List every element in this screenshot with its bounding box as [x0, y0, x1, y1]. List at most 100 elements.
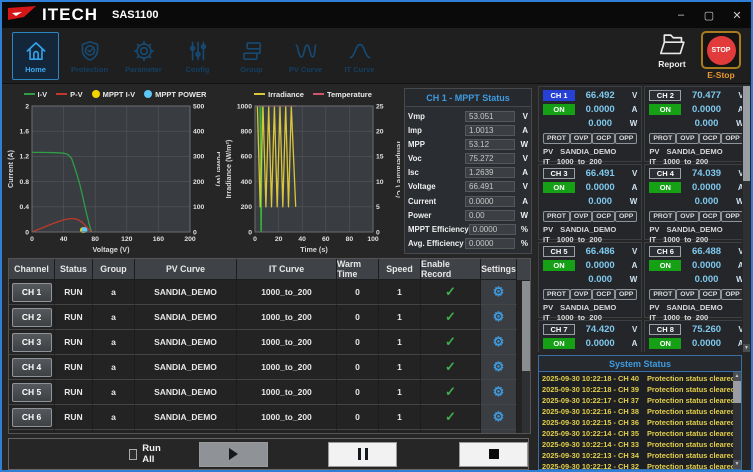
- channel-badge[interactable]: CH 2: [649, 90, 681, 101]
- stop-button[interactable]: [459, 442, 528, 467]
- channel-cell-button[interactable]: CH 1: [12, 283, 52, 302]
- channels-scrollbar[interactable]: ▼: [743, 86, 750, 352]
- opp-button[interactable]: OPP: [615, 211, 637, 222]
- record-check-icon[interactable]: ✓: [445, 284, 456, 300]
- ovp-button[interactable]: OVP: [676, 211, 698, 222]
- settings-cell[interactable]: ⚙: [481, 355, 517, 380]
- estop-box[interactable]: STOP: [701, 31, 741, 69]
- prot-button[interactable]: PROT: [543, 133, 570, 144]
- channel-cell-button[interactable]: CH 6: [12, 408, 52, 427]
- opp-button[interactable]: OPP: [615, 289, 637, 300]
- settings-cell[interactable]: ⚙: [481, 305, 517, 330]
- opp-button[interactable]: OPP: [721, 133, 742, 144]
- ocp-button[interactable]: OCP: [699, 133, 722, 144]
- log-scroll-down-icon[interactable]: ▼: [733, 460, 741, 469]
- on-badge[interactable]: ON: [649, 338, 681, 349]
- record-check-icon[interactable]: ✓: [445, 409, 456, 425]
- log-scrollbar-thumb[interactable]: [733, 381, 741, 403]
- nav-home[interactable]: Home: [12, 32, 59, 80]
- estop-button[interactable]: STOP E-Stop: [701, 31, 741, 80]
- channel-badge[interactable]: CH 6: [649, 246, 681, 257]
- ocp-button[interactable]: OCP: [592, 289, 615, 300]
- on-badge[interactable]: ON: [649, 182, 681, 193]
- settings-cell[interactable]: ⚙: [481, 405, 517, 430]
- report-button[interactable]: Report: [657, 31, 687, 69]
- ocp-button[interactable]: OCP: [699, 211, 722, 222]
- settings-gear-icon[interactable]: ⚙: [493, 359, 505, 375]
- nav-config[interactable]: Config: [174, 32, 221, 80]
- settings-cell[interactable]: ⚙: [481, 430, 517, 434]
- channel-cell-button[interactable]: CH 7: [12, 433, 52, 435]
- ocp-button[interactable]: OCP: [592, 133, 615, 144]
- minimize-button[interactable]: –: [667, 4, 695, 26]
- nav-it-curve[interactable]: IT Curve: [336, 32, 383, 80]
- enable-record-cell[interactable]: ✓: [421, 380, 481, 405]
- channel-badge[interactable]: CH 1: [543, 90, 575, 101]
- opp-button[interactable]: OPP: [721, 211, 742, 222]
- record-check-icon[interactable]: ✓: [445, 309, 456, 325]
- system-status-scrollbar[interactable]: ▲ ▼: [733, 372, 741, 469]
- channel-cell-button[interactable]: CH 2: [12, 308, 52, 327]
- enable-record-cell[interactable]: ✓: [421, 405, 481, 430]
- nav-group[interactable]: Group: [228, 32, 275, 80]
- settings-cell[interactable]: ⚙: [481, 380, 517, 405]
- settings-gear-icon[interactable]: ⚙: [493, 334, 505, 350]
- prot-button[interactable]: PROT: [543, 289, 570, 300]
- prot-button[interactable]: PROT: [649, 133, 676, 144]
- on-badge[interactable]: ON: [543, 338, 575, 349]
- on-badge[interactable]: ON: [649, 104, 681, 115]
- settings-gear-icon[interactable]: ⚙: [493, 409, 505, 425]
- play-button[interactable]: [199, 442, 268, 467]
- ovp-button[interactable]: OVP: [570, 289, 592, 300]
- channel-cell-button[interactable]: CH 5: [12, 383, 52, 402]
- maximize-button[interactable]: ▢: [695, 4, 723, 26]
- channel-badge[interactable]: CH 3: [543, 168, 575, 179]
- run-all-toggle[interactable]: Run All: [129, 443, 165, 465]
- channel-cell-button[interactable]: CH 3: [12, 333, 52, 352]
- opp-button[interactable]: OPP: [721, 289, 742, 300]
- prot-button[interactable]: PROT: [649, 289, 676, 300]
- channel-badge[interactable]: CH 8: [649, 324, 681, 335]
- channel-cell-button[interactable]: CH 4: [12, 358, 52, 377]
- nav-parameter[interactable]: Parameter: [120, 32, 167, 80]
- channel-badge[interactable]: CH 4: [649, 168, 681, 179]
- settings-cell[interactable]: ⚙: [481, 330, 517, 355]
- ovp-button[interactable]: OVP: [676, 289, 698, 300]
- opp-button[interactable]: OPP: [615, 133, 637, 144]
- record-check-icon[interactable]: ✓: [445, 334, 456, 350]
- record-check-icon[interactable]: ✓: [445, 384, 456, 400]
- nav-pv-curve[interactable]: PV Curve: [282, 32, 329, 80]
- settings-gear-icon[interactable]: ⚙: [493, 284, 505, 300]
- nav-protection[interactable]: Protection: [66, 32, 113, 80]
- on-badge[interactable]: ON: [543, 182, 575, 193]
- enable-record-cell[interactable]: ✓: [421, 355, 481, 380]
- channels-scrollbar-thumb[interactable]: [743, 86, 750, 181]
- log-scroll-up-icon[interactable]: ▲: [733, 372, 741, 381]
- on-badge[interactable]: ON: [649, 260, 681, 271]
- table-scrollbar-thumb[interactable]: [522, 281, 530, 371]
- ovp-button[interactable]: OVP: [570, 211, 592, 222]
- record-check-icon[interactable]: ✓: [445, 359, 456, 375]
- enable-record-cell[interactable]: ✓: [421, 305, 481, 330]
- close-button[interactable]: ✕: [723, 4, 751, 26]
- on-badge[interactable]: ON: [543, 104, 575, 115]
- prot-button[interactable]: PROT: [649, 211, 676, 222]
- settings-gear-icon[interactable]: ⚙: [493, 309, 505, 325]
- on-badge[interactable]: ON: [543, 260, 575, 271]
- channels-scroll-down-icon[interactable]: ▼: [743, 344, 750, 352]
- table-scrollbar[interactable]: [522, 281, 530, 433]
- pause-button[interactable]: [328, 442, 397, 467]
- run-all-checkbox[interactable]: [129, 449, 137, 460]
- ovp-button[interactable]: OVP: [570, 133, 592, 144]
- enable-record-cell[interactable]: ✓: [421, 330, 481, 355]
- enable-record-cell[interactable]: ✓: [421, 430, 481, 434]
- settings-cell[interactable]: ⚙: [481, 280, 517, 305]
- estop-stop-icon[interactable]: STOP: [707, 36, 736, 65]
- ocp-button[interactable]: OCP: [699, 289, 722, 300]
- channel-badge[interactable]: CH 5: [543, 246, 575, 257]
- settings-gear-icon[interactable]: ⚙: [493, 384, 505, 400]
- enable-record-cell[interactable]: ✓: [421, 280, 481, 305]
- prot-button[interactable]: PROT: [543, 211, 570, 222]
- ovp-button[interactable]: OVP: [676, 133, 698, 144]
- channel-badge[interactable]: CH 7: [543, 324, 575, 335]
